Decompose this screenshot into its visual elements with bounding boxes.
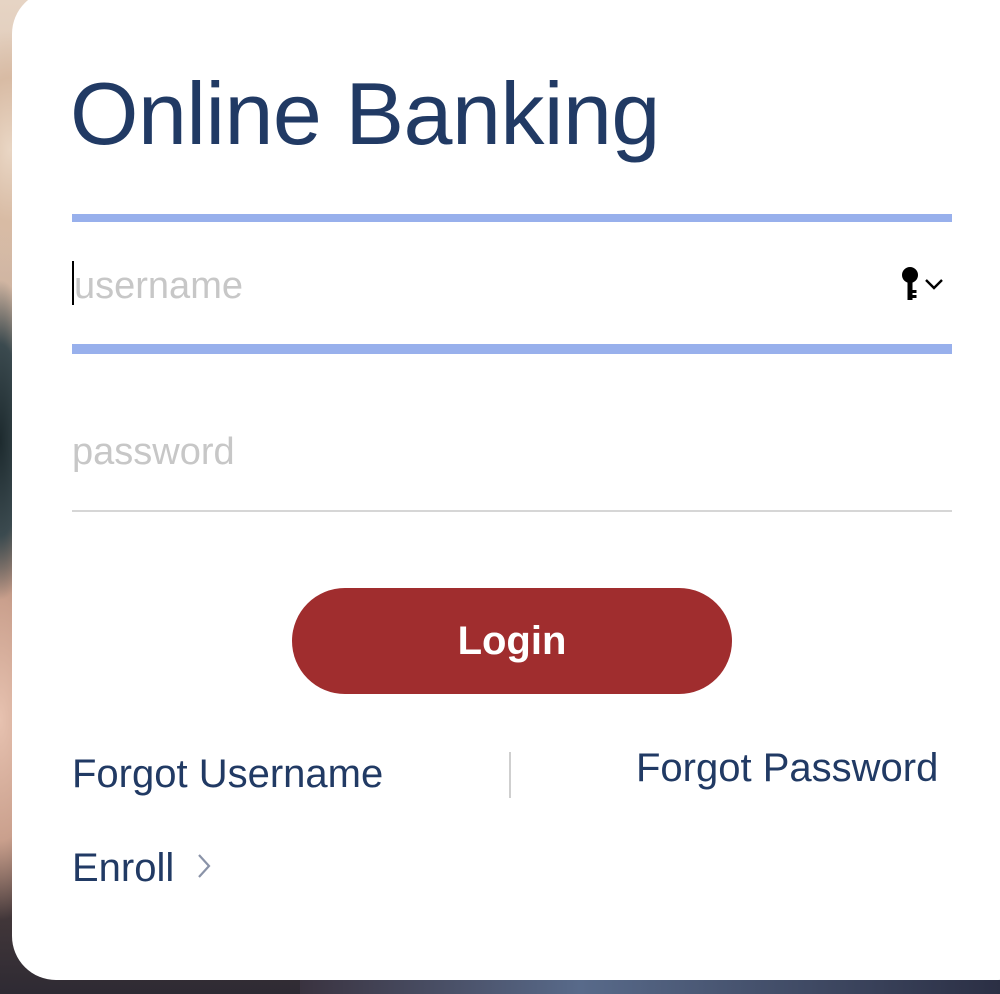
page-title: Online Banking	[70, 64, 660, 163]
username-underline	[72, 344, 952, 354]
enroll-link[interactable]: Enroll	[72, 846, 212, 891]
username-field-wrapper	[72, 256, 952, 316]
password-underline	[72, 510, 952, 512]
password-input[interactable]	[72, 422, 952, 482]
chevron-right-icon	[196, 852, 212, 885]
login-button[interactable]: Login	[292, 588, 732, 694]
username-input[interactable]	[72, 256, 952, 316]
key-icon	[900, 266, 920, 307]
credential-menu-button[interactable]	[900, 266, 944, 307]
forgot-username-link[interactable]: Forgot Username	[72, 752, 383, 797]
links-divider	[509, 752, 511, 798]
text-caret	[72, 261, 74, 305]
chevron-down-icon	[924, 277, 944, 296]
password-field-wrapper	[72, 422, 952, 482]
forgot-password-link[interactable]: Forgot Password	[636, 746, 938, 791]
enroll-label: Enroll	[72, 846, 175, 890]
title-underline	[72, 214, 952, 222]
